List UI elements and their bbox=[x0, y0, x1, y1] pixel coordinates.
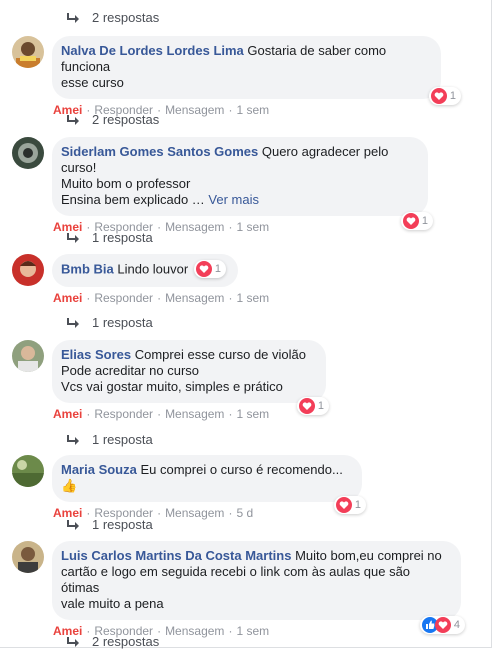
reaction-count: 1 bbox=[354, 499, 361, 511]
comment-text: cartão e logo em seguida recebi o link c… bbox=[61, 564, 411, 595]
avatar[interactable] bbox=[12, 137, 44, 169]
comment-text: esse curso bbox=[61, 75, 124, 90]
message-button[interactable]: Mensagem bbox=[165, 624, 224, 638]
reaction-summary[interactable]: 1 bbox=[296, 397, 329, 415]
timestamp[interactable]: 1 sem bbox=[236, 624, 269, 638]
comment-author[interactable]: Siderlam Gomes Santos Gomes bbox=[61, 144, 258, 159]
reaction-count: 1 bbox=[421, 215, 428, 227]
avatar[interactable] bbox=[12, 254, 44, 286]
comment-text: Comprei esse curso de violão bbox=[134, 347, 306, 362]
reaction-summary[interactable]: 4 bbox=[419, 616, 465, 634]
timestamp[interactable]: 5 d bbox=[236, 506, 253, 520]
timestamp[interactable]: 1 sem bbox=[236, 407, 269, 421]
love-reaction-icon bbox=[434, 617, 451, 633]
reply-button[interactable]: Responder bbox=[94, 407, 153, 421]
replies-label: 1 resposta bbox=[92, 315, 153, 330]
replies-label: 2 respostas bbox=[92, 10, 160, 25]
replies-link[interactable]: 1 resposta bbox=[66, 230, 153, 245]
reaction-count: 1 bbox=[214, 263, 221, 275]
reaction-summary[interactable]: 1 bbox=[400, 212, 433, 230]
comment-bubble: Nalva De Lordes Lordes Lima Gostaria de … bbox=[52, 36, 461, 105]
comment: Maria Souza Eu comprei o curso é recomen… bbox=[12, 455, 366, 520]
comment-bubble: Siderlam Gomes Santos Gomes Quero agrade… bbox=[52, 137, 433, 230]
comment-author[interactable]: Bmb Bia bbox=[61, 261, 114, 276]
reply-arrow-icon bbox=[67, 114, 79, 125]
comment-author[interactable]: Maria Souza bbox=[61, 462, 137, 477]
message-button[interactable]: Mensagem bbox=[165, 506, 224, 520]
comment: Bmb Bia Lindo louvor 1 Amei · Responder · Me… bbox=[12, 254, 269, 305]
comment-text: Muito bom o professor bbox=[61, 176, 191, 191]
comment-text: Muito bom,eu comprei no bbox=[295, 548, 442, 563]
love-button[interactable]: Amei bbox=[53, 291, 82, 305]
comment: Nalva De Lordes Lordes Lima Gostaria de … bbox=[12, 36, 461, 117]
comment-bubble: Maria Souza Eu comprei o curso é recomen… bbox=[52, 455, 366, 514]
comment-author[interactable]: Luis Carlos Martins Da Costa Martins bbox=[61, 548, 291, 563]
comment-text: Ensina bem explicado … bbox=[61, 192, 209, 207]
message-button[interactable]: Mensagem bbox=[165, 291, 224, 305]
comment-text: Pode acreditar no curso bbox=[61, 363, 200, 378]
replies-label: 2 respostas bbox=[92, 634, 160, 649]
love-reaction-icon bbox=[335, 497, 352, 513]
timestamp[interactable]: 1 sem bbox=[236, 103, 269, 117]
comment-author[interactable]: Nalva De Lordes Lordes Lima bbox=[61, 43, 244, 58]
replies-label: 2 respostas bbox=[92, 112, 160, 127]
reply-arrow-icon bbox=[67, 519, 79, 530]
replies-link[interactable]: 2 respostas bbox=[66, 634, 159, 649]
replies-label: 1 resposta bbox=[92, 432, 153, 447]
reaction-count: 1 bbox=[449, 90, 456, 102]
love-button[interactable]: Amei bbox=[53, 407, 82, 421]
message-button[interactable]: Mensagem bbox=[165, 103, 224, 117]
comment-bubble: Bmb Bia Lindo louvor 1 bbox=[52, 254, 238, 287]
comment-bubble: Elias Sores Comprei esse curso de violão… bbox=[52, 340, 329, 415]
reaction-count: 1 bbox=[317, 400, 324, 412]
reaction-count: 4 bbox=[453, 619, 460, 631]
avatar[interactable] bbox=[12, 36, 44, 68]
message-button[interactable]: Mensagem bbox=[165, 220, 224, 234]
reaction-summary[interactable]: 1 bbox=[333, 496, 366, 514]
comment-text: vale muito a pena bbox=[61, 596, 164, 611]
comment-author[interactable]: Elias Sores bbox=[61, 347, 131, 362]
message-button[interactable]: Mensagem bbox=[165, 407, 224, 421]
avatar[interactable] bbox=[12, 340, 44, 372]
see-more-link[interactable]: Ver mais bbox=[208, 192, 259, 207]
replies-link[interactable]: 2 respostas bbox=[66, 112, 159, 127]
replies-link[interactable]: 1 resposta bbox=[66, 432, 153, 447]
love-reaction-icon bbox=[195, 261, 212, 277]
avatar[interactable] bbox=[12, 455, 44, 487]
reply-button[interactable]: Responder bbox=[94, 291, 153, 305]
replies-link[interactable]: 2 respostas bbox=[66, 10, 159, 25]
replies-link[interactable]: 1 resposta bbox=[66, 517, 153, 532]
reply-arrow-icon bbox=[67, 434, 79, 445]
comment-actions: Amei · Responder · Mensagem · 1 sem bbox=[53, 291, 270, 305]
comment-text: Lindo louvor bbox=[117, 261, 189, 277]
reply-arrow-icon bbox=[67, 636, 79, 647]
comment-actions: Amei · Responder · Mensagem · 1 sem bbox=[53, 407, 270, 421]
avatar[interactable] bbox=[12, 541, 44, 573]
replies-label: 1 resposta bbox=[92, 517, 153, 532]
reply-arrow-icon bbox=[67, 317, 79, 328]
love-reaction-icon bbox=[402, 213, 419, 229]
replies-link[interactable]: 1 resposta bbox=[66, 315, 153, 330]
timestamp[interactable]: 1 sem bbox=[236, 220, 269, 234]
comment: Siderlam Gomes Santos Gomes Quero agrade… bbox=[12, 137, 433, 234]
reaction-summary[interactable]: 1 bbox=[193, 260, 226, 278]
comment: Elias Sores Comprei esse curso de violão… bbox=[12, 340, 329, 421]
love-reaction-icon bbox=[430, 88, 447, 104]
replies-label: 1 resposta bbox=[92, 230, 153, 245]
timestamp[interactable]: 1 sem bbox=[236, 291, 269, 305]
comment-text: Vcs vai gostar muito, simples e prático bbox=[61, 379, 283, 394]
comment: Luis Carlos Martins Da Costa Martins Mui… bbox=[12, 541, 465, 638]
comment-bubble: Luis Carlos Martins Da Costa Martins Mui… bbox=[52, 541, 465, 634]
reply-arrow-icon bbox=[67, 12, 79, 23]
reply-arrow-icon bbox=[67, 232, 79, 243]
reaction-summary[interactable]: 1 bbox=[428, 87, 461, 105]
love-reaction-icon bbox=[298, 398, 315, 414]
